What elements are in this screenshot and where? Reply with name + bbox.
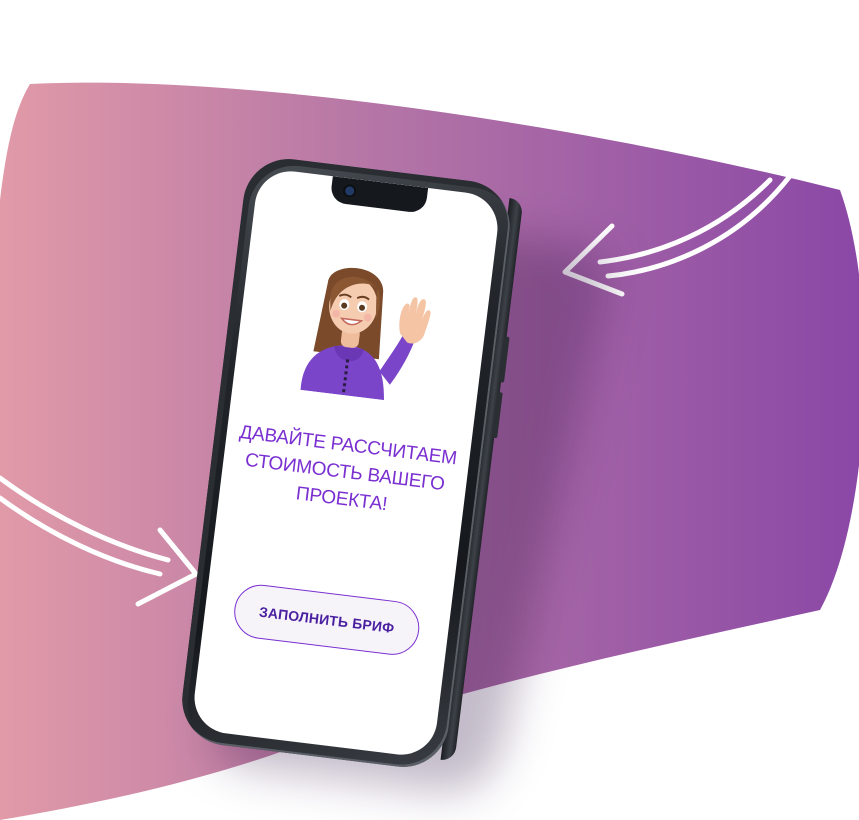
fill-brief-button[interactable]: ЗАПОЛНИТЬ БРИФ bbox=[231, 581, 423, 658]
promo-banner: ДАВАЙТЕ РАССЧИТАЕМ СТОИМОСТЬ ВАШЕГО ПРОЕ… bbox=[0, 0, 859, 820]
headline: ДАВАЙТЕ РАССЧИТАЕМ СТОИМОСТЬ ВАШЕГО ПРОЕ… bbox=[215, 417, 475, 528]
waving-girl-memoji-icon bbox=[300, 267, 431, 401]
front-camera-icon bbox=[344, 185, 355, 196]
phone-notch bbox=[329, 176, 429, 214]
phone-screen: ДАВАЙТЕ РАССЧИТАЕМ СТОИМОСТЬ ВАШЕГО ПРОЕ… bbox=[190, 167, 502, 759]
